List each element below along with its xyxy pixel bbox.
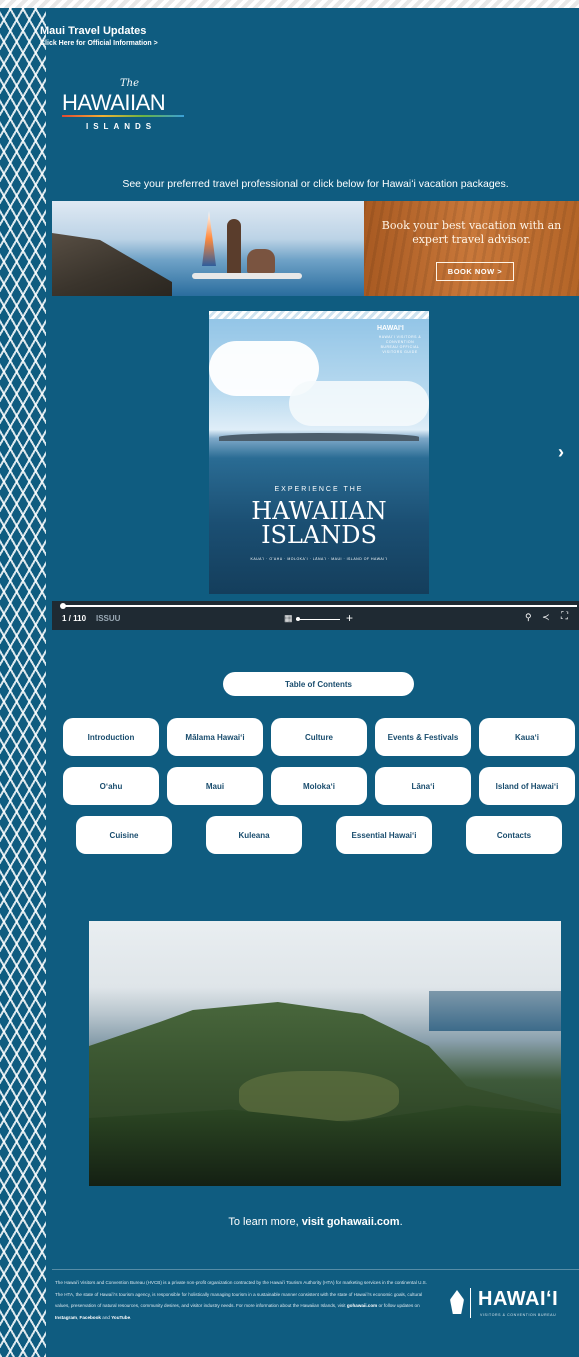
book-now-button[interactable]: BOOK NOW > [436, 262, 514, 281]
nav-essential-hawaii[interactable]: Essential Hawaiʻi [336, 816, 432, 854]
logo-the: The [120, 78, 140, 89]
magazine-island [219, 433, 419, 441]
logo-main: HAWAIIAN [62, 90, 166, 115]
nav-malama-hawaii[interactable]: Mālama Hawaiʻi [167, 718, 263, 756]
landscape-sea [429, 991, 561, 1031]
footer-text-d: and [100, 1314, 112, 1320]
official-info-link[interactable]: Click Here for Official Information > [40, 40, 158, 47]
nav-contacts[interactable]: Contacts [466, 816, 562, 854]
magazine-experience: EXPERIENCE THE [274, 486, 364, 493]
logo-rainbow-bar [62, 115, 184, 117]
tagline: See your preferred travel professional o… [122, 178, 509, 190]
youtube-link[interactable]: YouTube [111, 1315, 130, 1320]
nav-molokai[interactable]: Molokaʻi [271, 767, 367, 805]
viewer-page-count: 1 / 110 [62, 614, 87, 623]
banner-wood-panel [364, 201, 579, 296]
magazine-title-line2: ISLANDS [261, 521, 377, 549]
viewer-progress-handle[interactable] [60, 603, 66, 609]
viewer-toolbar: 1 / 110 ISSUU ▦ + ⚲ ≺ ⛶ [52, 601, 579, 630]
top-pattern-band [0, 0, 579, 8]
left-pattern-strip [0, 8, 46, 1357]
footer-disclaimer: The Hawaiʻi Visitors and Convention Bure… [55, 1277, 430, 1323]
logo-sub: ISLANDS [86, 122, 157, 131]
nav-events-festivals[interactable]: Events & Festivals [375, 718, 471, 756]
banner-person [227, 219, 241, 275]
nav-maui[interactable]: Maui [167, 767, 263, 805]
banner-photo [52, 201, 364, 296]
nav-oahu[interactable]: Oʻahu [63, 767, 159, 805]
learn-more-prefix: To learn more, [228, 1216, 302, 1228]
magazine-pattern [209, 311, 429, 319]
magazine-title: HAWAIIAN ISLANDS [209, 499, 429, 547]
zoom-slider[interactable] [296, 619, 340, 620]
hvcb-logo-subtext: VISITORS & CONVENTION BUREAU [480, 1313, 557, 1317]
banner-sail [202, 211, 216, 266]
footer-divider [52, 1269, 579, 1270]
maui-updates-title[interactable]: Maui Travel Updates [40, 25, 146, 37]
hvcb-logo-icon [450, 1290, 464, 1314]
learn-more-suffix: . [399, 1216, 403, 1228]
footer-gohawaii-link[interactable]: gohawaii.com [347, 1303, 377, 1308]
travel-advisor-banner[interactable]: Book your best vacation with an expert t… [52, 201, 579, 296]
banner-paddleboard [192, 273, 302, 279]
facebook-link[interactable]: Facebook [80, 1315, 101, 1320]
viewer-progress-bar[interactable] [62, 605, 577, 607]
magazine-title-line1: HAWAIIAN [251, 497, 387, 525]
footer-text-b: or follow updates on [377, 1303, 420, 1308]
share-icon[interactable]: ≺ [542, 612, 550, 623]
instagram-link[interactable]: Instagram [55, 1315, 77, 1320]
magazine-side-text: HAWAIʻI VISITORS & CONVENTION BUREAU OFF… [378, 335, 422, 354]
nav-culture[interactable]: Culture [271, 718, 367, 756]
nav-island-of-hawaii[interactable]: Island of Hawaiʻi [479, 767, 575, 805]
banner-text: Book your best vacation with an expert t… [381, 219, 562, 246]
nav-cuisine[interactable]: Cuisine [76, 816, 172, 854]
banner-rocks [52, 233, 172, 296]
footer-text-e: . [130, 1314, 132, 1320]
landscape-photo [89, 921, 561, 1186]
learn-more-text: To learn more, visit gohawaii.com. [52, 1216, 579, 1228]
fullscreen-icon[interactable]: ⛶ [561, 611, 568, 622]
search-icon[interactable]: ⚲ [525, 612, 532, 623]
hvcb-logo-text[interactable]: HAWAIʻI [478, 1288, 558, 1311]
hawaiian-islands-logo[interactable]: The HAWAIIAN ISLANDS [62, 78, 192, 138]
magazine-brand: HAWAIʻI [377, 325, 404, 332]
table-of-contents-button[interactable]: Table of Contents [223, 672, 414, 696]
nav-kuleana[interactable]: Kuleana [206, 816, 302, 854]
nav-kauai[interactable]: Kauaʻi [479, 718, 575, 756]
zoom-slider-handle[interactable] [296, 617, 300, 621]
magazine-cover[interactable]: HAWAIʻI HAWAIʻI VISITORS & CONVENTION BU… [209, 311, 429, 594]
magazine-islands-list: KAUAʻI · OʻAHU · MOLOKAʻI · LĀNAʻI · MAU… [250, 557, 388, 561]
issuu-logo[interactable]: ISSUU [96, 614, 120, 623]
hvcb-logo-separator [470, 1288, 471, 1318]
nav-introduction[interactable]: Introduction [63, 718, 159, 756]
zoom-in-icon[interactable]: + [346, 611, 353, 625]
nav-lanai[interactable]: Lānaʻi [375, 767, 471, 805]
grid-icon[interactable]: ▦ [284, 613, 293, 624]
chevron-right-icon[interactable]: › [558, 442, 564, 463]
banner-person [247, 249, 275, 273]
magazine-cloud [289, 381, 429, 426]
gohawaii-link[interactable]: visit gohawaii.com [302, 1216, 400, 1228]
